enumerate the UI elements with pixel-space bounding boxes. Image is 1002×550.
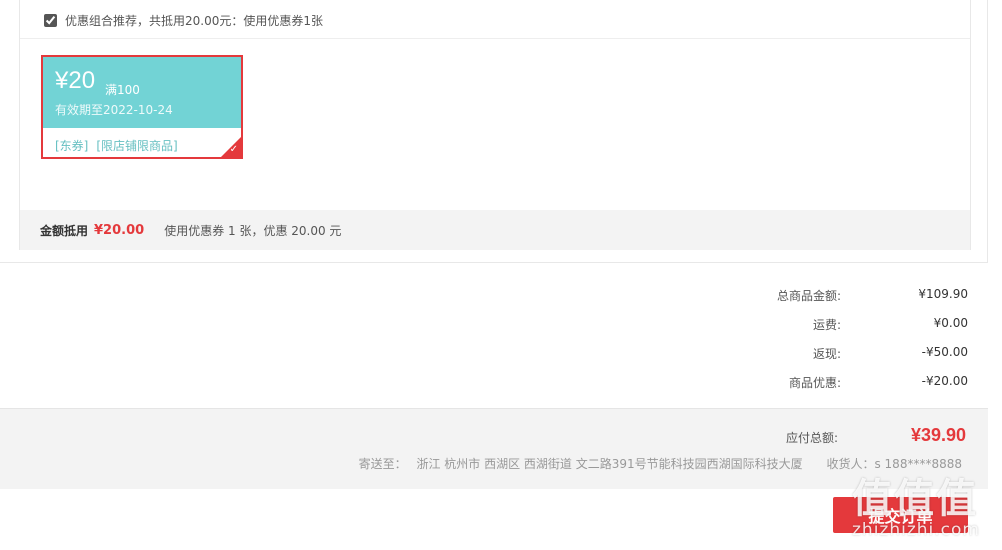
ship-to-label: 寄送至： bbox=[358, 457, 407, 471]
coupon-panel: 优惠组合推荐，共抵用20.00元：使用优惠券1张 ¥20 满100 有效期至20… bbox=[19, 0, 971, 250]
coupon-validity: 有效期至2022-10-24 bbox=[55, 103, 173, 117]
total-amount: ¥39.90 bbox=[910, 425, 966, 445]
coupon-condition: 满100 bbox=[105, 83, 140, 97]
price-label-shipping: 运费: bbox=[812, 318, 841, 332]
combo-recommend-row[interactable]: 优惠组合推荐，共抵用20.00元：使用优惠券1张 bbox=[44, 10, 323, 30]
discount-label: 金额抵用 bbox=[40, 223, 89, 238]
divider bbox=[987, 0, 988, 262]
coupon-tag: [限店铺限商品] bbox=[96, 139, 178, 153]
coupon-card[interactable]: ¥20 满100 有效期至2022-10-24 [东券] [限店铺限商品] ✓ bbox=[41, 55, 243, 159]
divider bbox=[0, 262, 988, 263]
submit-order-button[interactable]: 提交订单 bbox=[833, 497, 968, 533]
combo-recommend-checkbox[interactable] bbox=[44, 13, 57, 27]
coupon-amount: ¥20 bbox=[55, 67, 96, 94]
combo-recommend-text: 优惠组合推荐，共抵用20.00元：使用优惠券1张 bbox=[65, 13, 323, 28]
discount-desc: 使用优惠券 1 张，优惠 20.00 元 bbox=[164, 223, 342, 238]
price-value-subtotal: ¥109.90 bbox=[918, 287, 968, 301]
shipping-info: 寄送至： 浙江 杭州市 西湖区 西湖街道 文二路391号节能科技园西湖国际科技大… bbox=[359, 455, 968, 472]
total-label: 应付总额: bbox=[785, 431, 838, 445]
divider bbox=[20, 38, 970, 39]
check-icon: ✓ bbox=[229, 144, 238, 155]
price-value-shipping: ¥0.00 bbox=[933, 316, 968, 330]
discount-summary-bar: 金额抵用 ¥20.00 使用优惠券 1 张，优惠 20.00 元 bbox=[20, 210, 970, 250]
price-label-subtotal: 总商品金额: bbox=[776, 289, 841, 303]
price-value-cashback: -¥50.00 bbox=[921, 345, 968, 359]
shipping-address: 浙江 杭州市 西湖区 西湖街道 文二路391号节能科技园西湖国际科技大厦 bbox=[416, 457, 803, 471]
price-value-discount: -¥20.00 bbox=[921, 374, 968, 388]
discount-value: ¥20.00 bbox=[94, 222, 145, 238]
coupon-tag: [东券] bbox=[55, 139, 89, 153]
receiver-info: 收货人：s 188****8888 bbox=[826, 457, 962, 471]
price-label-discount: 商品优惠: bbox=[788, 376, 841, 390]
order-total-panel: 应付总额: ¥39.90 寄送至： 浙江 杭州市 西湖区 西湖街道 文二路391… bbox=[0, 408, 988, 489]
price-label-cashback: 返现: bbox=[812, 347, 841, 361]
coupon-tags: [东券] [限店铺限商品] bbox=[55, 137, 178, 154]
coupon-header: ¥20 满100 有效期至2022-10-24 bbox=[43, 57, 241, 128]
